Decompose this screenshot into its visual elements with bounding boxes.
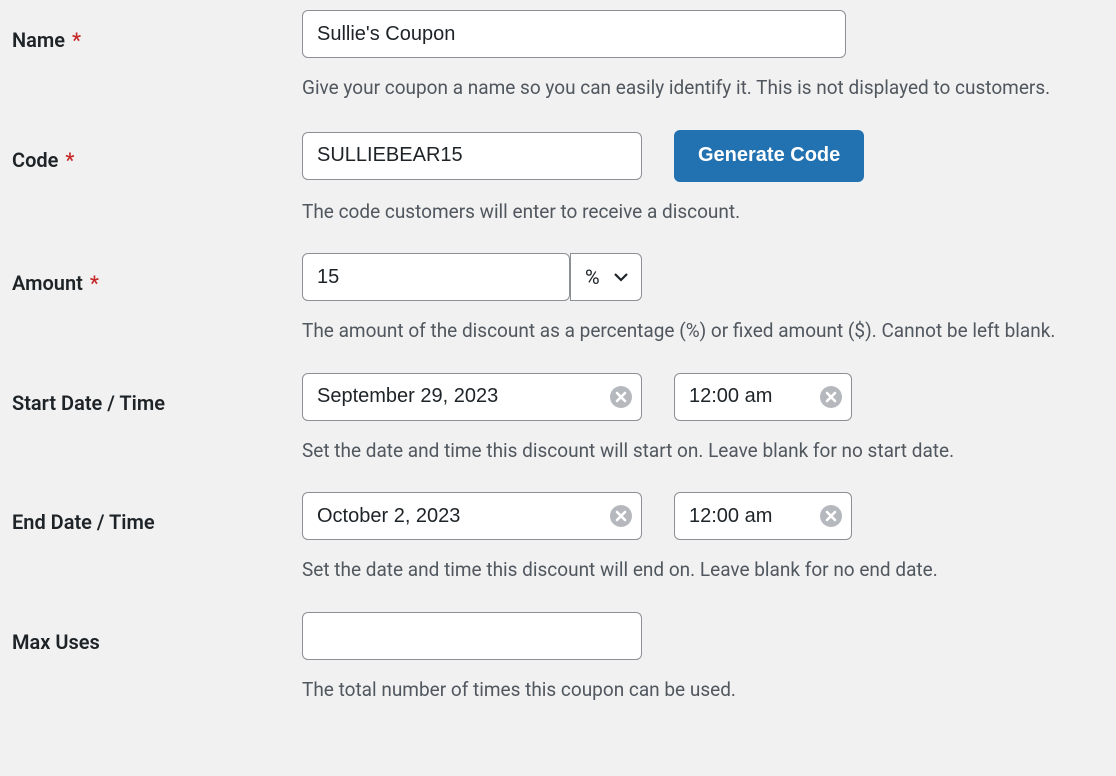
end-date-input[interactable] bbox=[302, 492, 642, 540]
amount-unit-select[interactable]: % bbox=[570, 253, 642, 301]
amount-help: The amount of the discount as a percenta… bbox=[302, 317, 1104, 345]
start-help: Set the date and time this discount will… bbox=[302, 437, 1104, 465]
start-date-input[interactable] bbox=[302, 373, 642, 421]
name-input[interactable] bbox=[302, 10, 846, 58]
code-label: Code * bbox=[12, 130, 302, 172]
clear-icon[interactable] bbox=[820, 505, 842, 527]
max-label-text: Max Uses bbox=[12, 630, 100, 654]
code-help: The code customers will enter to receive… bbox=[302, 198, 1104, 226]
amount-group: % bbox=[302, 253, 642, 301]
required-asterisk: * bbox=[67, 28, 81, 52]
name-label: Name * bbox=[12, 10, 302, 52]
end-help: Set the date and time this discount will… bbox=[302, 556, 1104, 584]
clear-icon[interactable] bbox=[820, 386, 842, 408]
chevron-down-icon bbox=[613, 269, 629, 285]
clear-icon[interactable] bbox=[610, 505, 632, 527]
required-asterisk: * bbox=[85, 271, 99, 295]
clear-icon[interactable] bbox=[610, 386, 632, 408]
required-asterisk: * bbox=[60, 148, 74, 172]
end-label: End Date / Time bbox=[12, 492, 302, 534]
name-help: Give your coupon a name so you can easil… bbox=[302, 74, 1104, 102]
end-label-text: End Date / Time bbox=[12, 510, 155, 534]
max-label: Max Uses bbox=[12, 612, 302, 654]
code-input[interactable] bbox=[302, 132, 642, 180]
amount-label-text: Amount bbox=[12, 271, 83, 295]
code-label-text: Code bbox=[12, 148, 58, 172]
max-uses-input[interactable] bbox=[302, 612, 642, 660]
name-label-text: Name bbox=[12, 28, 65, 52]
start-label: Start Date / Time bbox=[12, 373, 302, 415]
amount-unit-label: % bbox=[585, 265, 600, 289]
amount-input[interactable] bbox=[302, 253, 570, 301]
max-help: The total number of times this coupon ca… bbox=[302, 676, 1104, 704]
start-label-text: Start Date / Time bbox=[12, 391, 165, 415]
amount-label: Amount * bbox=[12, 253, 302, 295]
generate-code-button[interactable]: Generate Code bbox=[674, 130, 864, 182]
